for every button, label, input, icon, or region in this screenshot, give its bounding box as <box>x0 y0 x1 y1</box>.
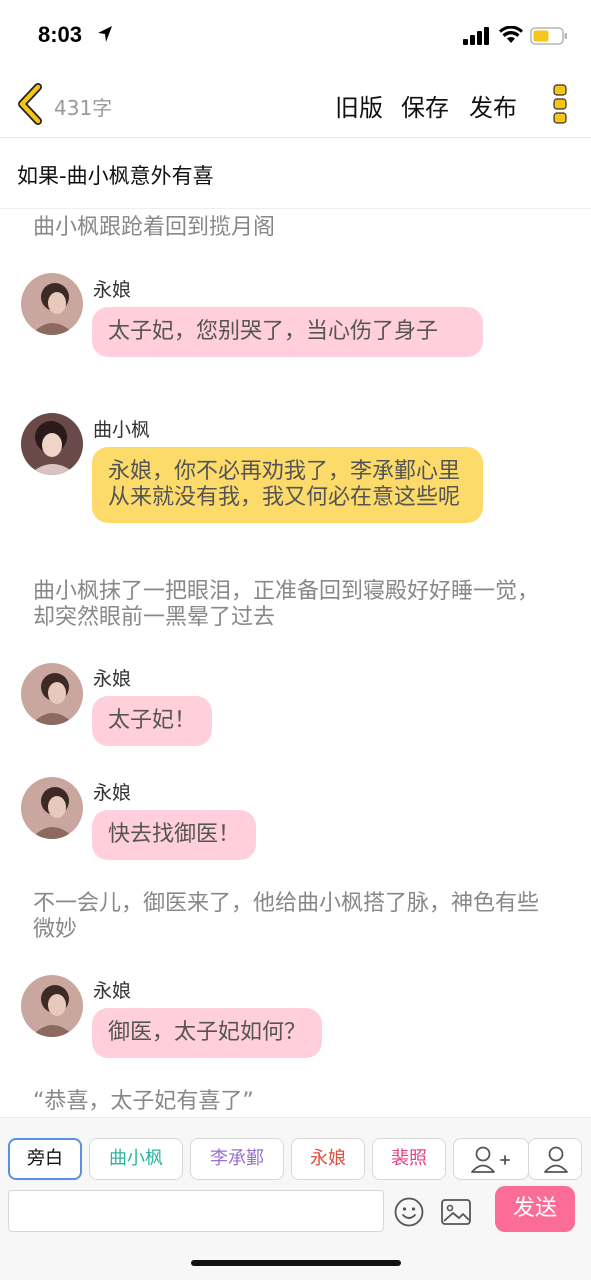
battery-icon <box>530 27 567 45</box>
publish-button[interactable]: 发布 <box>469 88 517 123</box>
message-bubble[interactable]: 快去找御医！ <box>92 810 257 860</box>
status-time: 8:03 <box>38 22 83 47</box>
home-indicator <box>191 1260 401 1266</box>
speaker-name: 永娘 <box>93 980 132 1002</box>
status-bar: 8:03 <box>0 0 591 72</box>
chat-area[interactable]: 曲小枫跟跄着回到揽月阁 永娘 太子妃，您别哭了，当心伤了身子 曲小枫 永娘，你不… <box>0 209 591 1117</box>
save-button[interactable]: 保存 <box>401 88 449 123</box>
narration-line[interactable]: “恭喜，太子妃有喜了” <box>33 1089 558 1115</box>
more-menu-icon[interactable] <box>548 80 572 128</box>
bottom-toolbar: 旁白 曲小枫 李承鄞 永娘 裴照 发送 <box>0 1117 591 1280</box>
add-role-button[interactable] <box>453 1138 529 1180</box>
manage-roles-button[interactable] <box>528 1138 582 1180</box>
message-input[interactable] <box>8 1190 384 1232</box>
role-button-yongniang[interactable]: 永娘 <box>291 1138 365 1180</box>
role-button-narrator[interactable]: 旁白 <box>8 1138 82 1180</box>
avatar-yongniang[interactable] <box>21 975 83 1037</box>
wifi-icon <box>499 26 523 43</box>
avatar-quxiaofeng[interactable] <box>21 413 83 475</box>
avatar-yongniang[interactable] <box>21 777 83 839</box>
image-icon[interactable] <box>440 1197 472 1227</box>
message-bubble[interactable]: 永娘，你不必再劝我了，李承鄞心里从来就没有我，我又何必在意这些呢 <box>92 447 483 523</box>
add-person-icon <box>471 1146 510 1173</box>
story-title[interactable]: 如果-曲小枫意外有喜 <box>17 160 214 190</box>
speaker-name: 永娘 <box>93 279 132 301</box>
location-arrow-icon <box>98 26 112 42</box>
old-version-button[interactable]: 旧版 <box>335 88 383 123</box>
avatar-yongniang[interactable] <box>21 273 83 335</box>
send-button[interactable]: 发送 <box>495 1186 575 1232</box>
narration-line[interactable]: 曲小枫跟跄着回到揽月阁 <box>33 215 558 241</box>
speaker-name: 永娘 <box>93 668 132 690</box>
message-bubble[interactable]: 太子妃，您别哭了，当心伤了身子 <box>92 307 483 357</box>
role-button-peizhao[interactable]: 裴照 <box>372 1138 446 1180</box>
speaker-name: 曲小枫 <box>93 419 151 441</box>
avatar-yongniang[interactable] <box>21 663 83 725</box>
role-button-lichengyin[interactable]: 李承鄞 <box>190 1138 284 1180</box>
person-icon <box>544 1146 568 1173</box>
cellular-signal-icon <box>463 27 489 45</box>
emoji-icon[interactable] <box>393 1196 425 1228</box>
back-chevron-icon[interactable] <box>14 82 48 126</box>
narration-line[interactable]: 不一会儿，御医来了，他给曲小枫搭了脉，神色有些微妙 <box>33 891 558 943</box>
word-count: 431字 <box>54 96 113 120</box>
message-bubble[interactable]: 太子妃！ <box>92 696 213 746</box>
narration-line[interactable]: 曲小枫抹了一把眼泪，正准备回到寝殿好好睡一觉，却突然眼前一黑晕了过去 <box>33 579 558 631</box>
editor-header: 431字 旧版 保存 发布 <box>0 72 591 138</box>
role-button-quxiaofeng[interactable]: 曲小枫 <box>89 1138 183 1180</box>
speaker-name: 永娘 <box>93 782 132 804</box>
message-bubble[interactable]: 御医，太子妃如何？ <box>92 1008 323 1058</box>
